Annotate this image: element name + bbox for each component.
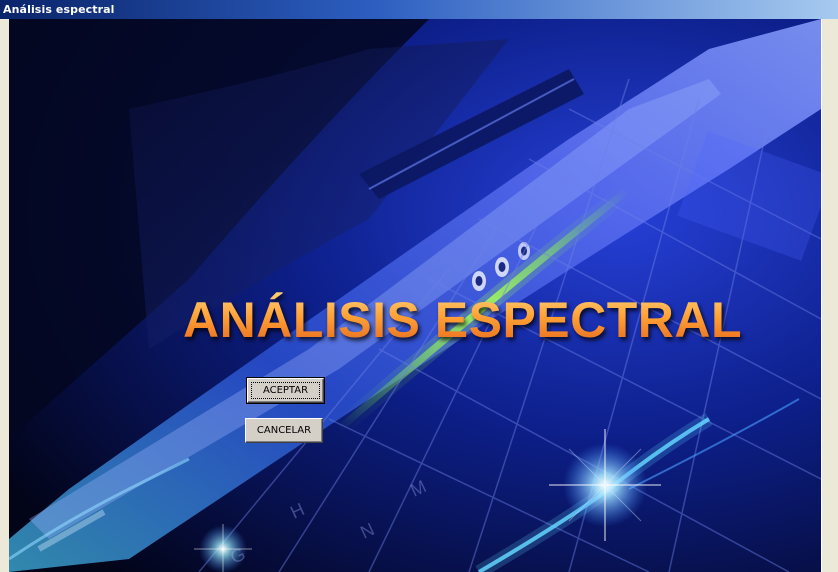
accept-button-label: ACEPTAR [262,385,309,396]
splash-headline: ANÁLISIS ESPECTRAL [183,292,743,348]
splash-panel: M N H G ANÁLISIS ESPECTRAL ACEPTAR [9,19,821,572]
window-title: Análisis espectral [3,3,115,16]
window-border-left [0,19,9,572]
title-bar[interactable]: Análisis espectral [0,0,838,19]
window-border-right [821,19,838,572]
app-window: Análisis espectral M N H ANÁLISIS ESPECT… [0,0,838,572]
cancel-button[interactable]: CANCELAR [245,418,323,443]
cancel-button-label: CANCELAR [256,425,312,436]
accept-button[interactable]: ACEPTAR [246,377,325,404]
